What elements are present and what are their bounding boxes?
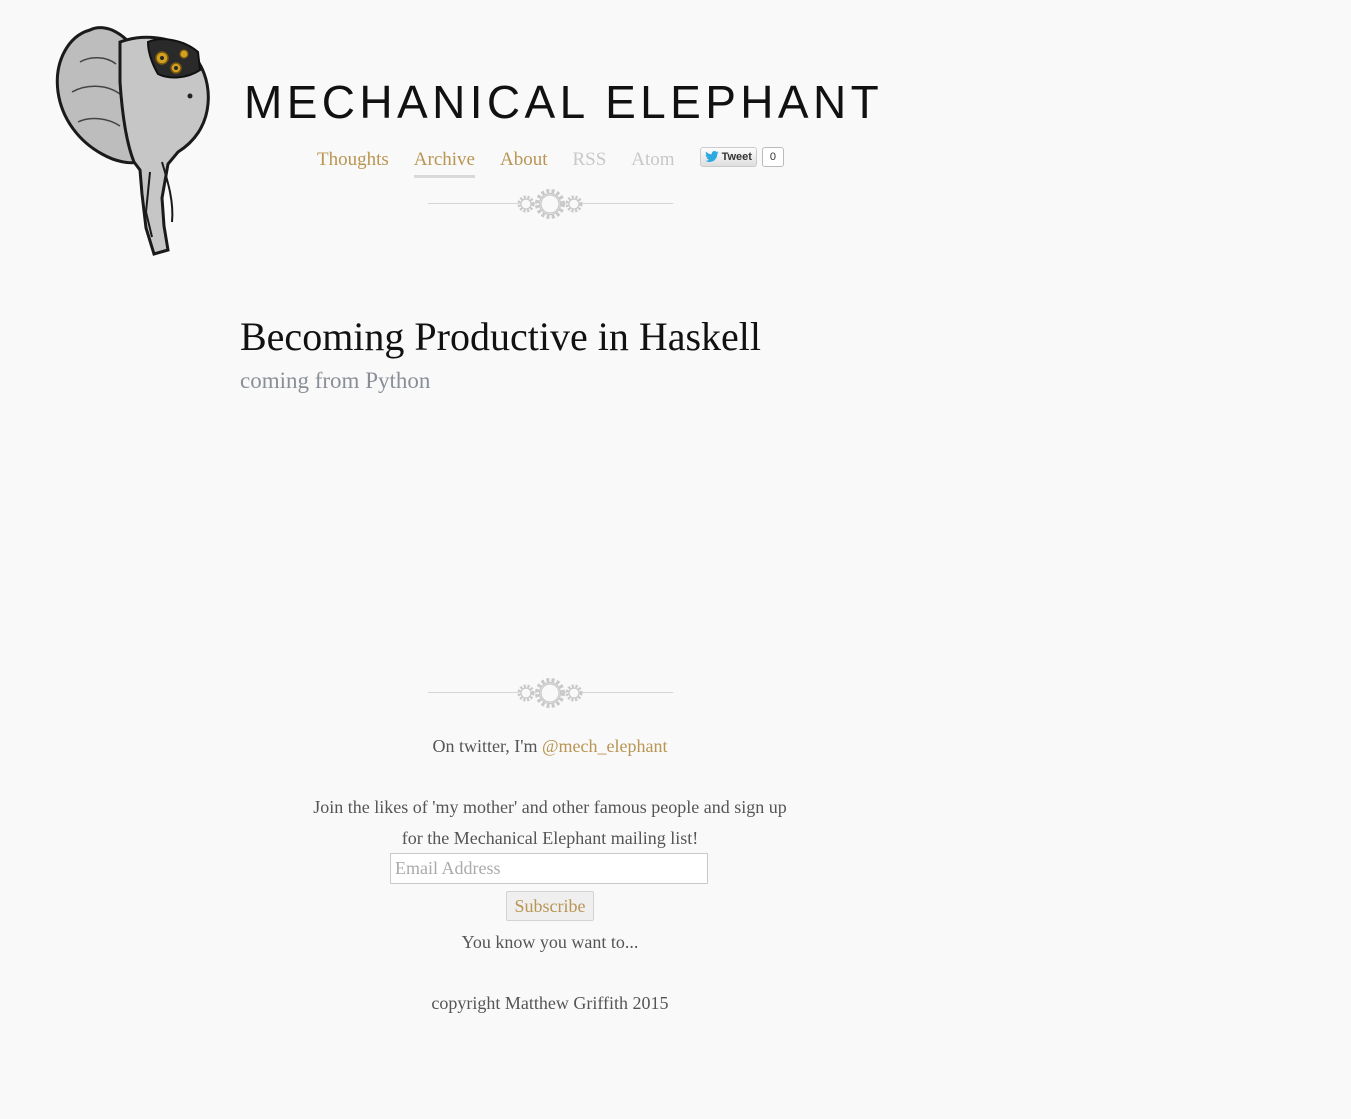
subscribe-button[interactable]: Subscribe xyxy=(506,891,594,921)
page: MECHANICAL ELEPHANT Thoughts Archive Abo… xyxy=(0,0,1351,1119)
gears-icon xyxy=(517,678,583,708)
nav-archive[interactable]: Archive xyxy=(413,146,475,178)
site-title[interactable]: MECHANICAL ELEPHANT xyxy=(244,76,883,128)
main-nav: Thoughts Archive About RSS Atom Tweet 0 xyxy=(317,146,784,178)
copyright: copyright Matthew Griffith 2015 xyxy=(431,993,669,1013)
twitter-line: On twitter, I'm @mech_elephant xyxy=(250,731,850,762)
gears-icon xyxy=(517,189,583,219)
tweet-button[interactable]: Tweet xyxy=(699,147,757,167)
mailing-line-1: Join the likes of 'my mother' and other … xyxy=(313,797,787,817)
twitter-bird-icon xyxy=(704,151,719,163)
tagline: You know you want to... xyxy=(461,932,639,952)
tweet-count: 0 xyxy=(761,147,784,167)
twitter-handle-link[interactable]: @mech_elephant xyxy=(542,736,668,756)
nav-rss[interactable]: RSS xyxy=(572,146,606,175)
nav-thoughts[interactable]: Thoughts xyxy=(317,146,389,175)
tweet-label: Tweet xyxy=(721,151,752,163)
post-title[interactable]: Becoming Productive in Haskell xyxy=(240,313,761,361)
gear-divider-top xyxy=(428,186,673,222)
gear-divider-bottom xyxy=(428,675,673,711)
mailing-line-2: for the Mechanical Elephant mailing list… xyxy=(401,828,699,848)
elephant-logo-icon xyxy=(55,26,210,256)
nav-atom[interactable]: Atom xyxy=(631,146,674,175)
email-field[interactable] xyxy=(390,853,708,884)
post-subtitle: coming from Python xyxy=(240,368,431,393)
nav-about[interactable]: About xyxy=(500,146,548,175)
tweet-widget: Tweet 0 xyxy=(699,147,784,167)
twitter-prefix: On twitter, I'm xyxy=(432,736,542,756)
